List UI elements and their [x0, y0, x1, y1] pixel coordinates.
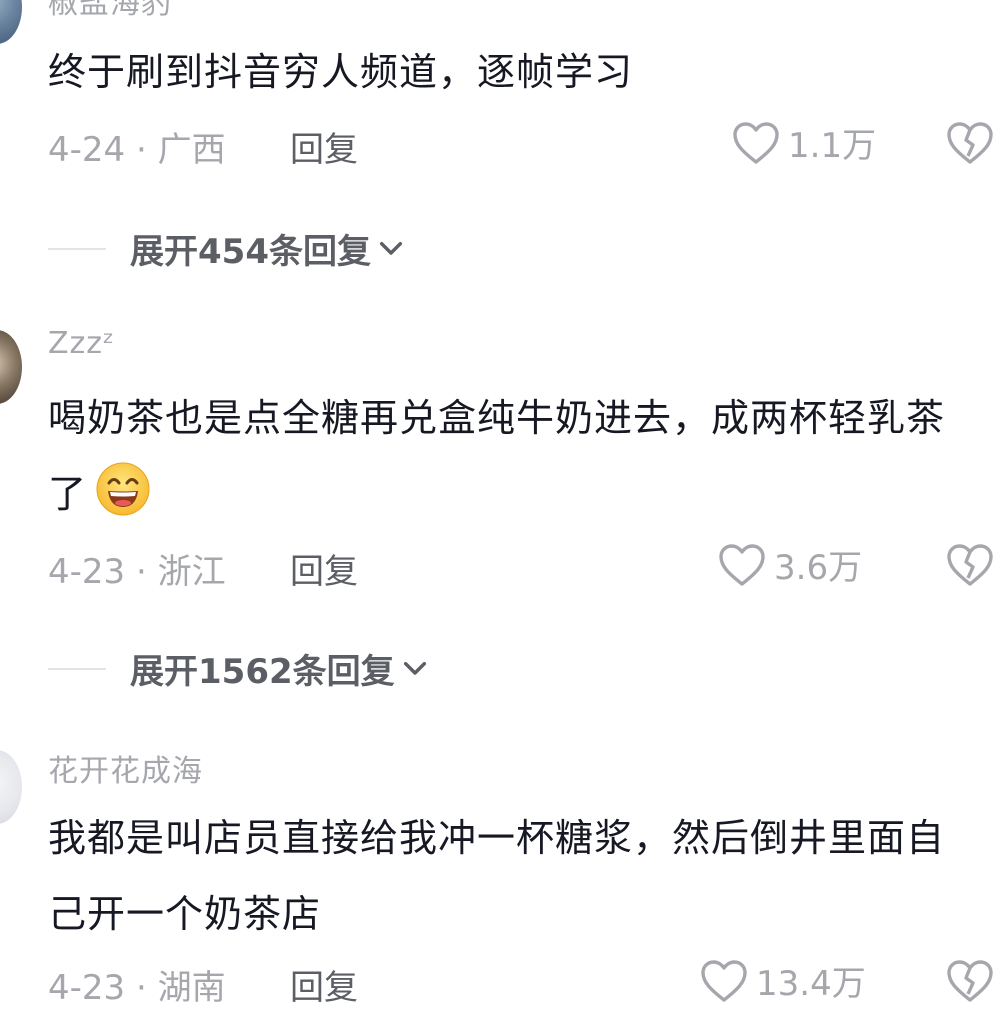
expand-replies-button[interactable]: 展开1562条回复 [48, 644, 431, 693]
expand-divider [48, 667, 106, 670]
comment-date-location: 4-23 · 浙江 [48, 552, 226, 592]
heart-icon [701, 959, 747, 1002]
comment-date-location: 4-23 · 湖南 [48, 968, 226, 1008]
expand-divider [48, 247, 106, 250]
broken-heart-icon [947, 960, 993, 1002]
comment-text: 喝奶茶也是点全糖再兑盒纯牛奶进去，成两杯轻乳茶了 [48, 380, 978, 532]
comment-date-location: 4-24 · 广西 [48, 130, 226, 170]
reply-button[interactable]: 回复 [290, 122, 358, 171]
heart-icon [719, 543, 765, 586]
like-button[interactable]: 3.6万 [718, 540, 862, 589]
avatar[interactable] [0, 750, 22, 824]
like-button[interactable]: 13.4万 [700, 956, 866, 1005]
comment-text-body: 喝奶茶也是点全糖再兑盒纯牛奶进去，成两杯轻乳茶了 [48, 396, 946, 516]
expand-replies-button[interactable]: 展开454条回复 [48, 224, 407, 273]
comment-username[interactable]: 椒盐海豹 [48, 0, 172, 22]
like-count: 1.1万 [788, 126, 877, 166]
reply-button[interactable]: 回复 [290, 960, 358, 1009]
reply-button[interactable]: 回复 [290, 544, 358, 593]
comment-text: 终于刷到抖音穷人频道，逐帧学习 [48, 50, 634, 94]
broken-heart-icon [947, 544, 993, 586]
heart-icon [733, 121, 779, 164]
avatar[interactable] [0, 330, 22, 404]
expand-replies-label: 展开454条回复 [130, 232, 371, 272]
grinning-face-icon [96, 462, 150, 516]
comment-username[interactable]: Zzzᶻ [48, 326, 115, 361]
chevron-down-icon [379, 241, 403, 255]
chevron-down-icon [403, 661, 426, 675]
avatar[interactable] [0, 0, 22, 44]
like-count: 3.6万 [774, 548, 863, 588]
dislike-button[interactable] [946, 958, 994, 1008]
broken-heart-icon [947, 122, 993, 164]
expand-replies-label: 展开1562条回复 [130, 652, 395, 692]
like-count: 13.4万 [756, 964, 866, 1004]
dislike-button[interactable] [946, 120, 994, 170]
like-button[interactable]: 1.1万 [732, 118, 876, 167]
comment-text: 我都是叫店员直接给我冲一杯糖浆，然后倒井里面自己开一个奶茶店 [48, 816, 946, 936]
comment-username[interactable]: 花开花成海 [48, 746, 203, 790]
dislike-button[interactable] [946, 542, 994, 592]
